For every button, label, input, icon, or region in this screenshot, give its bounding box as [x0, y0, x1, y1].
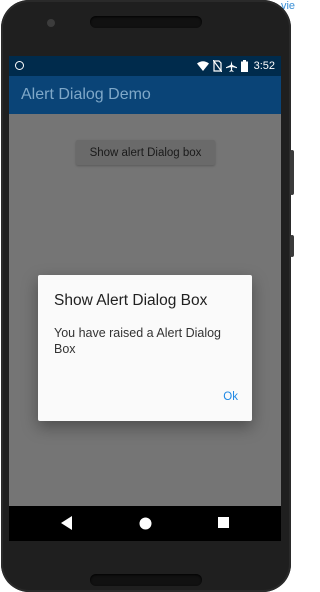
no-sim-icon [212, 60, 222, 72]
alert-dialog: Show Alert Dialog Box You have raised a … [38, 275, 252, 421]
back-icon[interactable] [61, 516, 73, 530]
phone-frame: 3:52 Alert Dialog Demo Show alert Dialog… [1, 0, 294, 592]
show-alert-dialog-button[interactable]: Show alert Dialog box [76, 140, 215, 165]
home-icon[interactable] [139, 517, 152, 530]
camera-icon [47, 19, 55, 27]
status-bar: 3:52 [9, 56, 281, 76]
navigation-bar [9, 506, 281, 541]
top-speaker [90, 16, 202, 28]
wifi-icon [196, 61, 209, 71]
device-screen: 3:52 Alert Dialog Demo Show alert Dialog… [9, 56, 281, 541]
app-title: Alert Dialog Demo [21, 86, 151, 103]
app-bar: Alert Dialog Demo [9, 76, 281, 114]
record-dot-icon [15, 61, 24, 70]
main-content: Show alert Dialog box Show Alert Dialog … [9, 114, 281, 506]
dialog-title: Show Alert Dialog Box [54, 292, 208, 309]
power-button [290, 235, 294, 257]
battery-icon [240, 60, 248, 72]
ok-button[interactable]: Ok [223, 391, 238, 403]
dialog-message: You have raised a Alert Dialog Box [54, 326, 222, 356]
volume-button [290, 150, 294, 195]
airplane-icon [225, 60, 237, 72]
recents-icon[interactable] [218, 517, 229, 528]
bottom-speaker [90, 574, 202, 586]
status-time: 3:52 [253, 60, 275, 72]
